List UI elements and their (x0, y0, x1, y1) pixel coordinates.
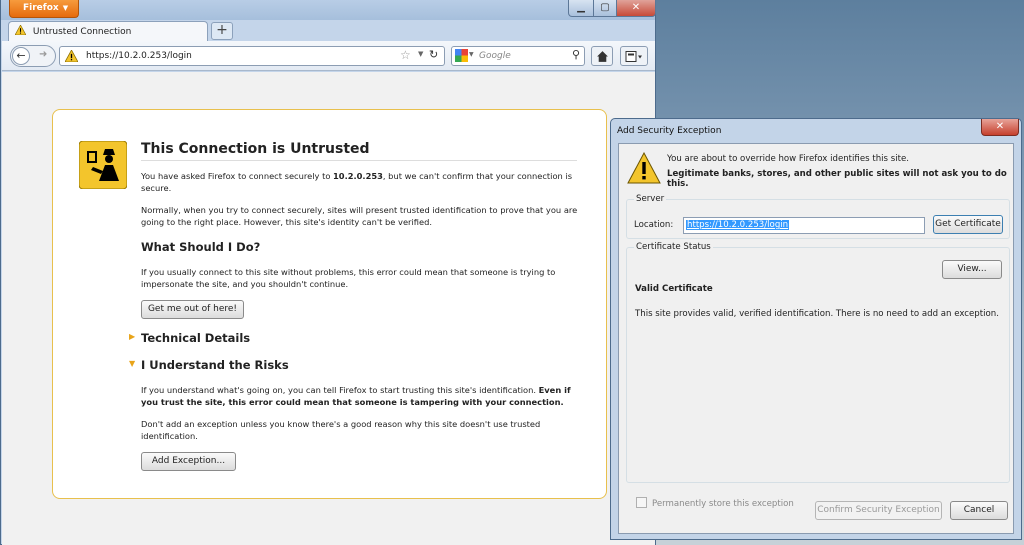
expand-arrow-icon[interactable]: ▶ (129, 332, 135, 341)
bookmarks-icon (625, 51, 642, 62)
tab-title: Untrusted Connection (32, 27, 132, 37)
what-heading: What Should I Do? (141, 240, 261, 254)
home-button[interactable] (591, 46, 613, 66)
add-exception-button[interactable]: Add Exception... (141, 452, 236, 471)
close-dialog-button[interactable]: ✕ (981, 119, 1019, 136)
bookmark-star-icon[interactable]: ☆ (400, 48, 411, 62)
security-officer-icon (79, 141, 127, 189)
location-label: Location: (634, 220, 674, 230)
add-security-exception-dialog: Add Security Exception ✕ You are about t… (610, 118, 1022, 540)
collapse-arrow-icon[interactable]: ▼ (129, 359, 135, 368)
error-container: This Connection is Untrusted You have as… (52, 109, 607, 499)
warning-icon (15, 25, 26, 35)
risks-paragraph: If you understand what's going on, you c… (141, 385, 571, 407)
location-input[interactable]: https://10.2.0.253/login (683, 217, 925, 234)
home-icon (596, 51, 608, 62)
certificate-status-group: Certificate Status View... Valid Certifi… (626, 242, 1010, 483)
minimize-button[interactable]: ▁ (568, 0, 594, 17)
tab-untrusted-connection[interactable]: Untrusted Connection (8, 21, 208, 41)
close-window-button[interactable]: ✕ (616, 0, 656, 17)
confirm-exception-button[interactable]: Confirm Security Exception (815, 501, 942, 520)
intro-paragraph: You have asked Firefox to connect secure… (141, 171, 573, 193)
technical-details-heading[interactable]: Technical Details (141, 331, 250, 345)
firefox-menu-button[interactable]: Firefox ▼ (9, 0, 79, 18)
forward-arrow-icon[interactable]: ➜ (39, 49, 47, 60)
warning-bold-text: Legitimate banks, stores, and other publ… (667, 169, 1007, 189)
warning-icon (65, 50, 78, 62)
chevron-down-icon: ▼ (62, 4, 69, 12)
reload-icon[interactable]: ↻ (429, 48, 438, 61)
normal-paragraph: Normally, when you try to connect secure… (141, 205, 578, 227)
dialog-title: Add Security Exception (617, 126, 722, 136)
title-bar (1, 0, 655, 20)
bookmarks-button[interactable] (620, 46, 648, 66)
host-name: 10.2.0.253 (333, 171, 383, 181)
url-bar[interactable]: https://10.2.0.253/login ☆ ▼ ↻ (59, 46, 445, 66)
new-tab-button[interactable]: + (211, 22, 233, 40)
chevron-down-icon[interactable]: ▼ (418, 50, 423, 58)
search-placeholder: Google (479, 51, 511, 61)
search-icon[interactable]: ⚲ (572, 48, 580, 61)
certificate-status-label: Certificate Status (634, 242, 713, 252)
understand-risks-heading[interactable]: I Understand the Risks (141, 358, 289, 372)
dont-add-paragraph: Don't add an exception unless you know t… (141, 419, 541, 441)
page-content: This Connection is Untrusted You have as… (2, 72, 655, 545)
warning-text: You are about to override how Firefox id… (667, 154, 910, 164)
get-certificate-button[interactable]: Get Certificate (933, 215, 1003, 234)
view-button[interactable]: View... (942, 260, 1002, 279)
location-value: https://10.2.0.253/login (686, 220, 790, 230)
navigation-toolbar: ← ➜ https://10.2.0.253/login ☆ ▼ ↻ ▼ Goo… (2, 41, 655, 71)
google-icon (455, 49, 468, 62)
firefox-window: Firefox ▼ ▁ ▢ ✕ Untrusted Connection + ← … (0, 0, 656, 545)
back-arrow-icon[interactable]: ← (12, 47, 30, 65)
maximize-button[interactable]: ▢ (593, 0, 617, 17)
search-bar[interactable]: ▼ Google ⚲ (451, 46, 585, 66)
get-me-out-button[interactable]: Get me out of here! (141, 300, 244, 319)
status-heading: Valid Certificate (635, 284, 713, 294)
permanent-store-label: Permanently store this exception (652, 499, 794, 509)
firefox-menu-label: Firefox (23, 3, 59, 13)
page-title: This Connection is Untrusted (141, 141, 577, 161)
dialog-body: You are about to override how Firefox id… (618, 143, 1014, 534)
what-paragraph: If you usually connect to this site with… (141, 267, 556, 289)
status-text: This site provides valid, verified ident… (635, 309, 999, 319)
cancel-button[interactable]: Cancel (950, 501, 1008, 520)
warning-icon (627, 152, 661, 184)
chevron-down-icon[interactable]: ▼ (469, 51, 474, 58)
server-label: Server (634, 194, 667, 204)
back-forward-group: ← ➜ (10, 45, 56, 67)
permanent-store-checkbox[interactable] (636, 497, 647, 508)
url-text[interactable]: https://10.2.0.253/login (86, 51, 192, 61)
server-group: Server Location: https://10.2.0.253/logi… (626, 194, 1010, 239)
